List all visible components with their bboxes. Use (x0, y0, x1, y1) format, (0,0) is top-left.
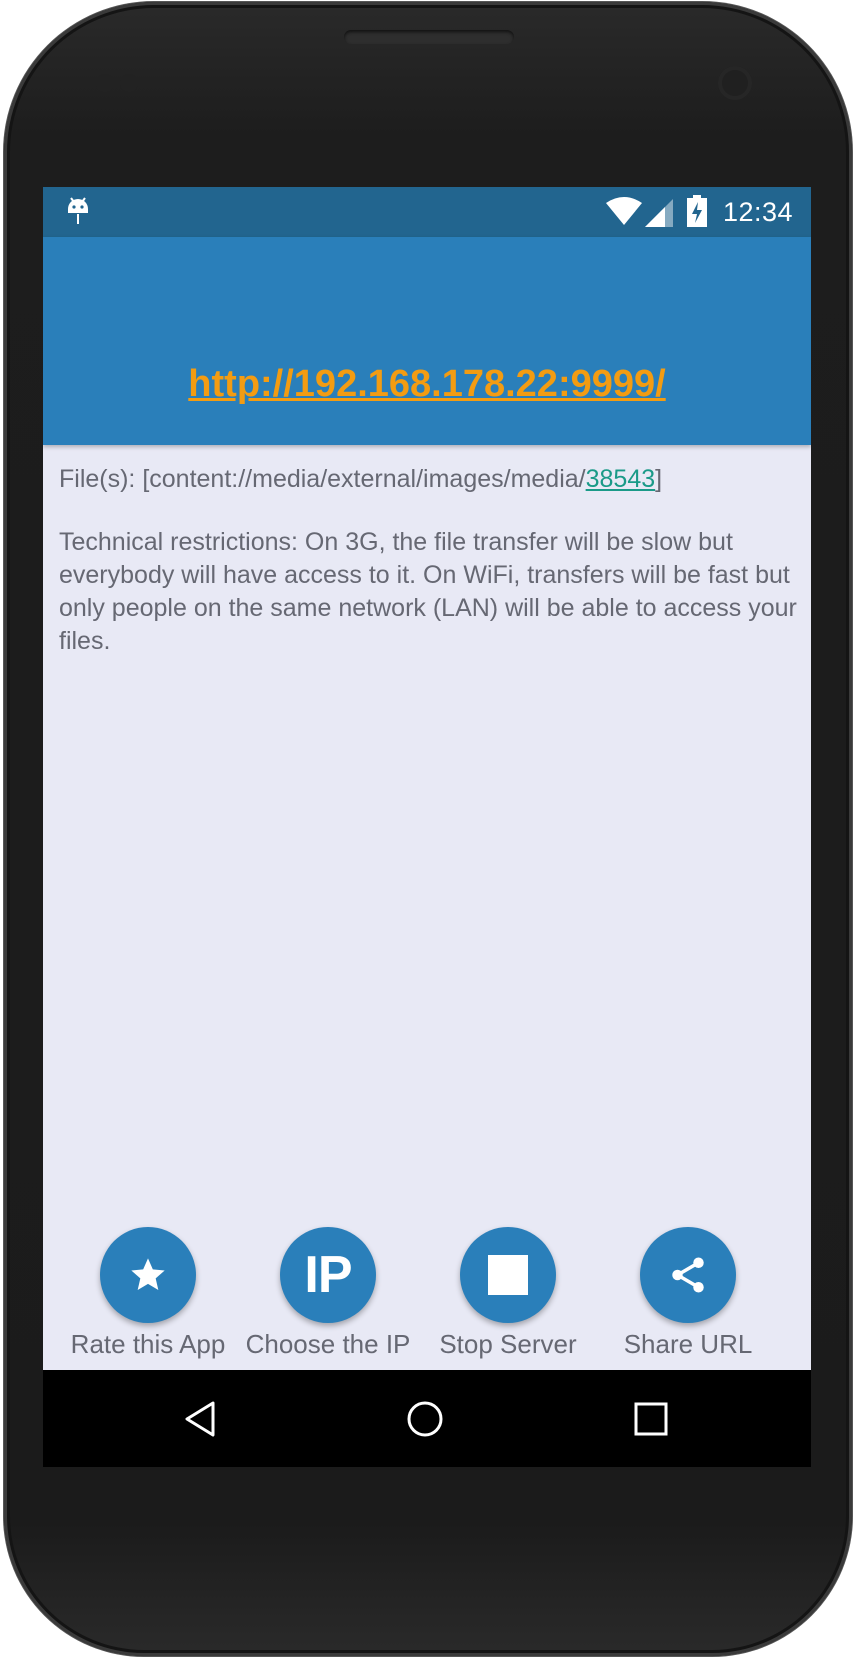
speaker-grille (344, 30, 514, 44)
share-url-action[interactable]: Share URL (598, 1227, 778, 1360)
recents-icon[interactable] (631, 1399, 671, 1439)
android-icon (68, 197, 88, 224)
choose-ip-action[interactable]: IP Choose the IP (238, 1227, 418, 1360)
star-icon (131, 1258, 165, 1290)
rate-app-button[interactable] (100, 1227, 196, 1323)
stop-server-button[interactable] (460, 1227, 556, 1323)
ip-icon: IP (304, 1246, 352, 1304)
stop-server-action[interactable]: Stop Server (418, 1227, 598, 1360)
restrictions-text: Technical restrictions: On 3G, the file … (59, 528, 797, 655)
stop-server-label: Stop Server (439, 1329, 577, 1359)
sensors (96, 74, 146, 94)
signal-icon (645, 199, 673, 227)
files-line: File(s): [content://media/external/image… (59, 463, 799, 496)
stop-icon (488, 1255, 528, 1295)
navigation-bar (43, 1370, 811, 1467)
status-bar: 12:34 (43, 187, 811, 237)
files-prefix: File(s): [content://media/external/image… (59, 465, 586, 493)
main-content: File(s): [content://media/external/image… (59, 463, 799, 658)
back-icon[interactable] (181, 1399, 221, 1439)
action-bar: Rate this App IP Choose the IP Stop Serv… (43, 1227, 811, 1367)
front-camera (718, 66, 752, 100)
phone-frame: 12:34 http://192.168.178.22:9999/ File(s… (0, 0, 856, 1659)
share-url-button[interactable] (640, 1227, 736, 1323)
choose-ip-label: Choose the IP (245, 1329, 411, 1359)
share-url-label: Share URL (623, 1329, 753, 1359)
app-bar: http://192.168.178.22:9999/ (43, 237, 811, 445)
status-clock: 12:34 (723, 197, 794, 227)
files-suffix: ] (655, 465, 663, 493)
file-id-link[interactable]: 38543 (586, 465, 656, 493)
server-url-link[interactable]: http://192.168.178.22:9999/ (43, 363, 811, 406)
wifi-icon (606, 197, 642, 225)
screen: 12:34 http://192.168.178.22:9999/ File(s… (43, 187, 811, 1467)
home-icon[interactable] (405, 1399, 445, 1439)
battery-icon (687, 195, 707, 227)
rate-app-action[interactable]: Rate this App (58, 1227, 238, 1360)
choose-ip-button[interactable]: IP (280, 1227, 376, 1323)
rate-app-label: Rate this App (70, 1329, 226, 1359)
share-icon (672, 1257, 704, 1293)
